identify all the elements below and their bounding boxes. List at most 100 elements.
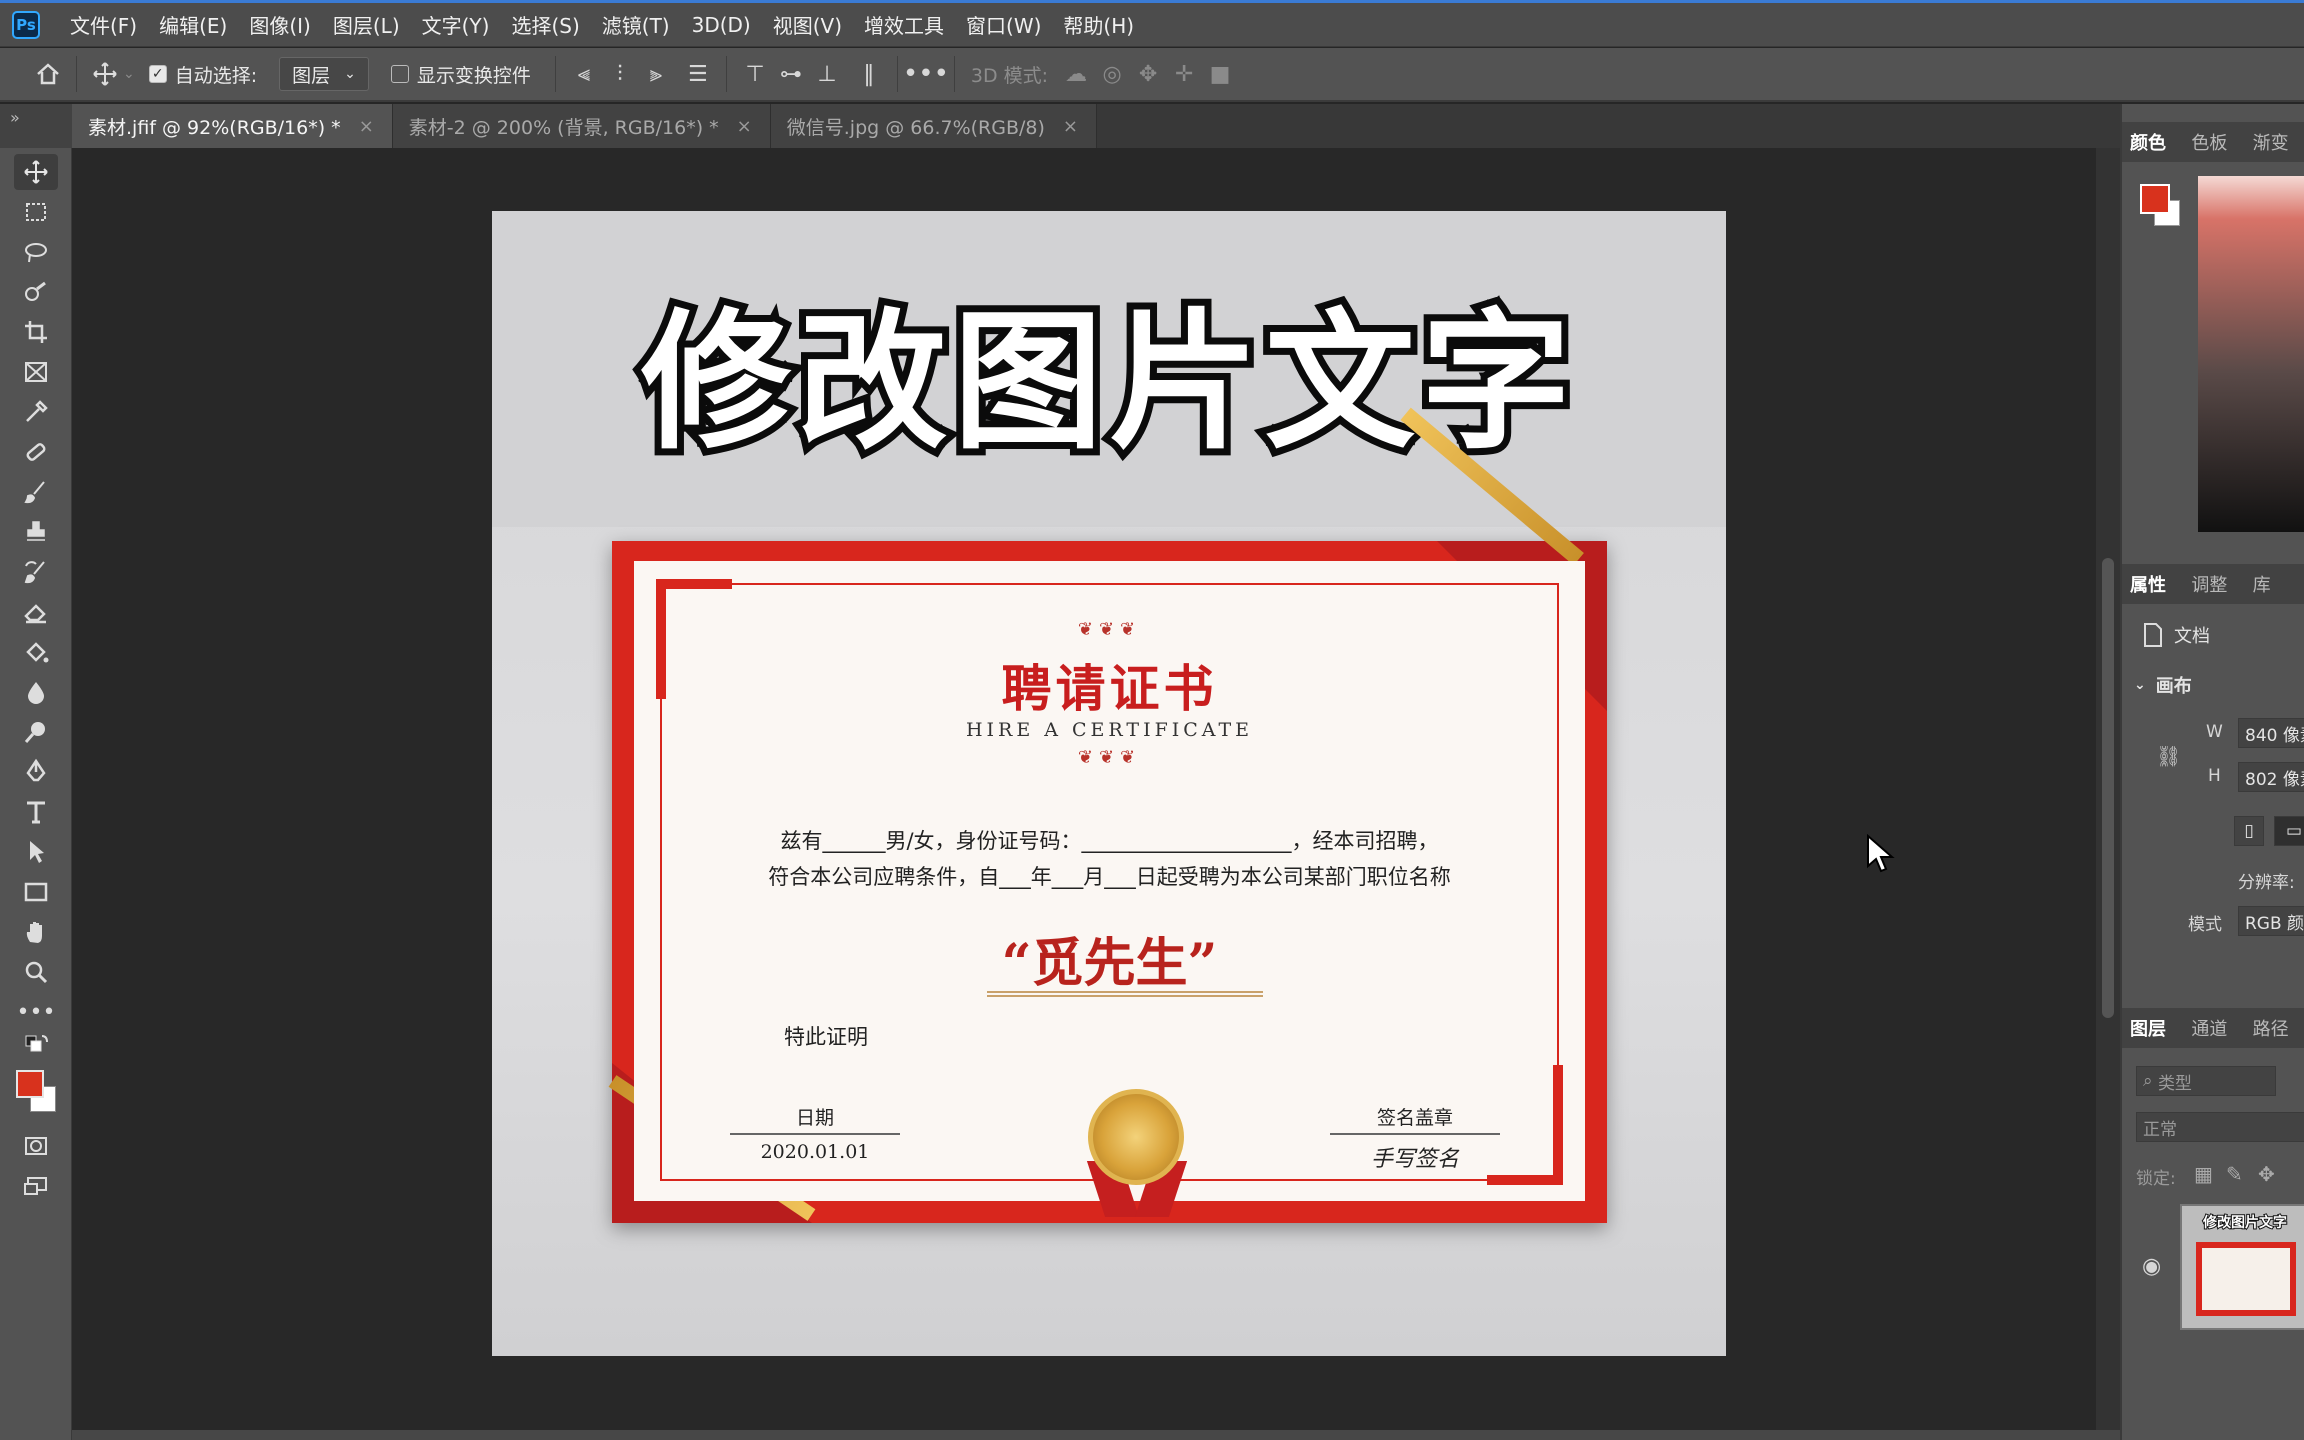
tab-document-3[interactable]: 微信号.jpg @ 66.7%(RGB/8) × (770, 104, 1097, 148)
scrollbar-thumb[interactable] (2102, 558, 2114, 1018)
slide-3d-icon[interactable]: ✛ (1166, 56, 1202, 92)
zoom-tool-icon[interactable] (14, 954, 58, 990)
home-icon[interactable] (30, 56, 66, 92)
distribute-icon[interactable]: ☰ (680, 56, 716, 92)
panel-expander-icon[interactable]: » (0, 104, 72, 148)
visibility-eye-icon[interactable]: ◉ (2142, 1254, 2161, 1279)
date-value: 2020.01.01 (760, 1141, 870, 1163)
checkbox-unchecked-icon[interactable] (390, 65, 409, 83)
tab-document-2[interactable]: 素材-2 @ 200% (背景, RGB/16*) * × (392, 104, 771, 148)
color-mode-dropdown[interactable]: RGB 颜色 (2238, 906, 2304, 936)
tab-properties[interactable]: 属性 (2122, 571, 2183, 597)
brush-tool-icon[interactable] (14, 474, 58, 510)
rectangle-tool-icon[interactable] (14, 874, 58, 910)
align-middle-icon[interactable]: ⊶ (773, 56, 809, 92)
tab-libraries[interactable]: 库 (2245, 571, 2304, 597)
clone-stamp-tool-icon[interactable] (14, 514, 58, 550)
tab-gradients[interactable]: 渐变 (2245, 129, 2304, 155)
show-transform-checkbox[interactable]: 显示变换控件 (390, 55, 531, 93)
menu-layer[interactable]: 图层(L) (333, 10, 400, 39)
menu-edit[interactable]: 编辑(E) (159, 10, 227, 39)
distribute-vertical-icon[interactable]: ‖ (851, 56, 887, 92)
paint-bucket-tool-icon[interactable] (14, 634, 58, 670)
document-canvas[interactable]: 修改图片文字 ❦❦❦ 聘请证书 HIRE A CERTIFICATE ❦❦❦ 兹… (492, 211, 1726, 1356)
type-tool-icon[interactable] (14, 794, 58, 830)
camera-3d-icon[interactable]: ■ (1202, 56, 1238, 92)
path-selection-tool-icon[interactable] (14, 834, 58, 870)
auto-select-dropdown[interactable]: 图层 ⌄ (279, 57, 369, 91)
layer-filter-field[interactable]: ⌕ 类型 (2136, 1066, 2276, 1096)
lock-pixels-icon[interactable]: ▦ (2194, 1162, 2213, 1186)
close-icon[interactable]: × (359, 116, 374, 137)
foreground-color-swatch[interactable] (2140, 184, 2170, 214)
tab-color[interactable]: 颜色 (2122, 129, 2183, 155)
orbit-3d-icon[interactable]: ☁ (1058, 56, 1094, 92)
tab-channels[interactable]: 通道 (2183, 1015, 2244, 1041)
canvas-section-header[interactable]: ⌄ 画布 (2134, 672, 2192, 698)
tab-swatches[interactable]: 色板 (2183, 129, 2244, 155)
menu-image[interactable]: 图像(I) (249, 10, 311, 39)
auto-select-checkbox[interactable]: ✓ 自动选择: (148, 55, 257, 93)
roll-3d-icon[interactable]: ◎ (1094, 56, 1130, 92)
lasso-tool-icon[interactable] (14, 234, 58, 270)
lock-position-icon[interactable]: ✥ (2258, 1162, 2275, 1186)
blur-tool-icon[interactable] (14, 674, 58, 710)
document-icon (2144, 623, 2162, 647)
align-left-icon[interactable]: ⫷ (566, 56, 602, 92)
marquee-tool-icon[interactable] (14, 194, 58, 230)
healing-brush-tool-icon[interactable] (14, 434, 58, 470)
dodge-tool-icon[interactable] (14, 714, 58, 750)
tab-paths[interactable]: 路径 (2245, 1015, 2304, 1041)
align-top-icon[interactable]: ⊤ (737, 56, 773, 92)
menu-filter[interactable]: 滤镜(T) (602, 10, 670, 39)
tab-adjustments[interactable]: 调整 (2183, 571, 2244, 597)
align-center-icon[interactable]: ⫶ (602, 56, 638, 92)
menu-plugins[interactable]: 增效工具 (864, 10, 944, 39)
hand-tool-icon[interactable] (14, 914, 58, 950)
menu-help[interactable]: 帮助(H) (1063, 10, 1134, 39)
frame-tool-icon[interactable] (14, 354, 58, 390)
menu-window[interactable]: 窗口(W) (966, 10, 1041, 39)
color-picker-field[interactable] (2198, 176, 2304, 532)
link-icon[interactable]: ⛓ (2156, 744, 2181, 768)
width-field[interactable]: 840 像素 (2238, 718, 2304, 748)
chevron-down-icon[interactable]: ⌄ (123, 66, 135, 82)
close-icon[interactable]: × (1063, 116, 1078, 137)
align-right-icon[interactable]: ⫸ (638, 56, 674, 92)
portrait-icon[interactable]: ▯ (2234, 816, 2264, 846)
lock-brush-icon[interactable]: ✎ (2226, 1162, 2243, 1186)
tab-document-1[interactable]: 素材.jfif @ 92%(RGB/16*) * × (72, 104, 393, 148)
certificate-subtitle: HIRE A CERTIFICATE (965, 719, 1254, 741)
history-brush-tool-icon[interactable] (14, 554, 58, 590)
pen-tool-icon[interactable] (14, 754, 58, 790)
color-swatches[interactable] (14, 1066, 58, 1116)
quick-select-tool-icon[interactable] (14, 274, 58, 310)
vertical-scrollbar[interactable] (2096, 148, 2120, 1430)
more-tools-icon[interactable]: ••• (14, 994, 58, 1030)
blend-mode-dropdown[interactable]: 正常 (2136, 1112, 2304, 1142)
menu-file[interactable]: 文件(F) (70, 10, 137, 39)
quick-mask-icon[interactable] (14, 1128, 58, 1164)
mode-label: 模式 (2188, 915, 2222, 935)
close-icon[interactable]: × (737, 116, 752, 137)
menu-type[interactable]: 文字(Y) (422, 10, 490, 39)
move-tool-icon[interactable] (87, 56, 123, 92)
certificate: ❦❦❦ 聘请证书 HIRE A CERTIFICATE ❦❦❦ 兹有______… (608, 407, 1607, 1223)
crop-tool-icon[interactable] (14, 314, 58, 350)
layer-thumbnail[interactable]: 修改图片文字 (2180, 1204, 2304, 1330)
move-tool-icon[interactable] (14, 154, 58, 190)
default-colors-icon[interactable] (14, 1034, 58, 1058)
tab-layers[interactable]: 图层 (2122, 1015, 2183, 1041)
menu-3d[interactable]: 3D(D) (692, 13, 751, 37)
pan-3d-icon[interactable]: ✥ (1130, 56, 1166, 92)
eraser-tool-icon[interactable] (14, 594, 58, 630)
menu-view[interactable]: 视图(V) (773, 10, 842, 39)
checkbox-checked-icon[interactable]: ✓ (148, 65, 167, 83)
eyedropper-tool-icon[interactable] (14, 394, 58, 430)
screen-mode-icon[interactable] (14, 1168, 58, 1204)
height-field[interactable]: 802 像素 (2238, 762, 2304, 792)
landscape-icon[interactable]: ▭ (2274, 816, 2304, 846)
align-bottom-icon[interactable]: ⊥ (809, 56, 845, 92)
more-options-icon[interactable]: ••• (903, 56, 949, 92)
menu-select[interactable]: 选择(S) (511, 10, 579, 39)
